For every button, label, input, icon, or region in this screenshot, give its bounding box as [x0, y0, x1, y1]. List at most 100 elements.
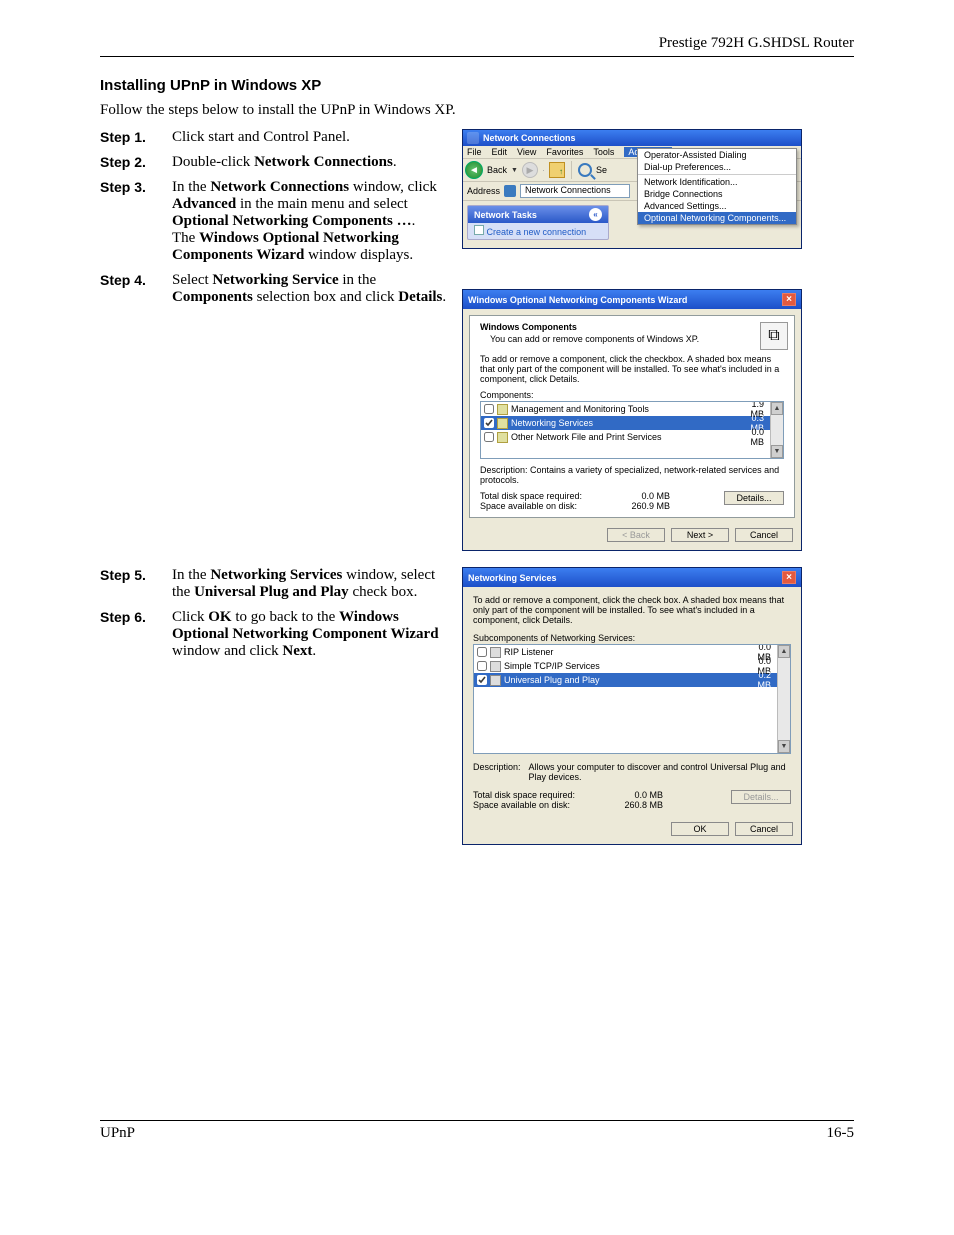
step-6-text: Click OK to go back to the Windows Optio…: [172, 609, 450, 660]
step-3-text: In the Network Connections window, click…: [172, 179, 450, 264]
ns-subcomponents-list[interactable]: RIP Listener 0.0 MB Simple TCP/IP Servic…: [473, 644, 791, 754]
footer-left: UPnP: [100, 1125, 135, 1142]
list-item[interactable]: Simple TCP/IP Services 0.0 MB: [474, 659, 790, 673]
screenshot-networking-services: Networking Services × To add or remove a…: [462, 567, 802, 845]
checkbox-upnp[interactable]: [477, 675, 487, 685]
checkbox-netsvc[interactable]: [484, 418, 494, 428]
scroll-up-icon[interactable]: ▲: [778, 645, 790, 658]
step-4-label: Step 4.: [100, 272, 172, 288]
toolbar-sep: ·: [542, 165, 545, 175]
checkbox-tcpip[interactable]: [477, 661, 487, 671]
sidepane-collapse-icon[interactable]: «: [589, 208, 602, 221]
checkbox-other[interactable]: [484, 432, 494, 442]
dd-bridge[interactable]: Bridge Connections: [638, 188, 796, 200]
step-5-text: In the Networking Services window, selec…: [172, 567, 450, 601]
scroll-up-icon[interactable]: ▲: [771, 402, 783, 415]
nc-sidepane: Network Tasks « Create a new connection: [467, 205, 609, 240]
ns-disk-avail-label: Space available on disk:: [473, 800, 603, 810]
address-icon: [504, 185, 516, 197]
new-connection-icon[interactable]: [474, 225, 484, 235]
nc-window-icon: [467, 132, 479, 144]
advanced-dropdown[interactable]: Operator-Assisted Dialing Dial-up Prefer…: [637, 148, 797, 225]
forward-button-icon[interactable]: ▶: [522, 162, 538, 178]
step-3-label: Step 3.: [100, 179, 172, 195]
list-item[interactable]: Other Network File and Print Services 0.…: [481, 430, 783, 444]
toolbar-divider: [571, 161, 572, 179]
ns-close-icon[interactable]: ×: [782, 571, 796, 584]
wizard-components-list[interactable]: Management and Monitoring Tools 1.9 MB N…: [480, 401, 784, 459]
ns-title: Networking Services: [468, 573, 557, 583]
cancel-button[interactable]: Cancel: [735, 528, 793, 542]
ok-button[interactable]: OK: [671, 822, 729, 836]
scroll-down-icon[interactable]: ▼: [778, 740, 790, 753]
step-2-text: Double-click Network Connections.: [172, 154, 450, 171]
step-5-label: Step 5.: [100, 567, 172, 583]
dd-network-id[interactable]: Network Identification...: [638, 176, 796, 188]
item-name: Networking Services: [511, 418, 737, 428]
step-4-text: Select Networking Service in the Compone…: [172, 272, 450, 306]
menu-tools[interactable]: Tools: [593, 147, 614, 157]
item-name: Other Network File and Print Services: [511, 432, 737, 442]
disk-req-label: Total disk space required:: [480, 491, 610, 501]
ns-disk-avail-value: 260.8 MB: [603, 800, 663, 810]
header-rule: [100, 56, 854, 57]
component-icon: [490, 675, 501, 686]
ns-desc-label: Description:: [473, 762, 521, 782]
section-title: Installing UPnP in Windows XP: [100, 77, 854, 94]
footer-right: 16-5: [827, 1125, 855, 1142]
step-1-text: Click start and Control Panel.: [172, 129, 450, 146]
step-2-label: Step 2.: [100, 154, 172, 170]
up-folder-icon[interactable]: ↑: [549, 162, 565, 178]
dd-adv-settings[interactable]: Advanced Settings...: [638, 200, 796, 212]
nc-title: Network Connections: [483, 133, 576, 143]
disk-avail-value: 260.9 MB: [610, 501, 670, 511]
scroll-down-icon[interactable]: ▼: [771, 445, 783, 458]
wizard-close-icon[interactable]: ×: [782, 293, 796, 306]
menu-favorites[interactable]: Favorites: [546, 147, 583, 157]
step-6-label: Step 6.: [100, 609, 172, 625]
list-item[interactable]: Networking Services 0.3 MB: [481, 416, 783, 430]
search-icon[interactable]: [578, 163, 592, 177]
cancel-button[interactable]: Cancel: [735, 822, 793, 836]
folder-icon: [497, 418, 508, 429]
ns-desc-text: Allows your computer to discover and con…: [529, 762, 791, 782]
back-button-icon[interactable]: ◄: [465, 161, 483, 179]
item-name: RIP Listener: [504, 647, 744, 657]
item-name: Management and Monitoring Tools: [511, 404, 737, 414]
sidepane-item-create[interactable]: Create a new connection: [487, 227, 587, 237]
wizard-panel-head: Windows Components: [480, 322, 784, 332]
search-text-trunc: Se: [596, 165, 607, 175]
address-value[interactable]: Network Connections: [520, 184, 630, 198]
address-label: Address: [467, 186, 500, 196]
step-1-label: Step 1.: [100, 129, 172, 145]
checkbox-rip[interactable]: [477, 647, 487, 657]
component-icon: [490, 661, 501, 672]
item-name: Simple TCP/IP Services: [504, 661, 744, 671]
footer-rule: [100, 1120, 854, 1121]
checkbox-mgmt[interactable]: [484, 404, 494, 414]
list-item[interactable]: Management and Monitoring Tools 1.9 MB: [481, 402, 783, 416]
scrollbar[interactable]: ▲ ▼: [770, 402, 783, 458]
list-item[interactable]: Universal Plug and Play 0.2 MB: [474, 673, 790, 687]
list-item[interactable]: RIP Listener 0.0 MB: [474, 645, 790, 659]
dd-optional-net[interactable]: Optional Networking Components...: [638, 212, 796, 224]
component-icon: [490, 647, 501, 658]
item-name: Universal Plug and Play: [504, 675, 744, 685]
menu-file[interactable]: File: [467, 147, 482, 157]
dd-dialup-prefs[interactable]: Dial-up Preferences...: [638, 161, 796, 173]
ns-details-button: Details...: [731, 790, 791, 804]
menu-edit[interactable]: Edit: [492, 147, 508, 157]
next-button[interactable]: Next >: [671, 528, 729, 542]
header-doc-title: Prestige 792H G.SHDSL Router: [100, 35, 854, 52]
dd-operator-assisted[interactable]: Operator-Assisted Dialing: [638, 149, 796, 161]
wizard-description: Description: Contains a variety of speci…: [480, 465, 784, 485]
ns-disk-req-label: Total disk space required:: [473, 790, 603, 800]
back-dropdown-icon[interactable]: ▼: [511, 167, 518, 174]
ns-panel-note: To add or remove a component, click the …: [473, 595, 791, 625]
scrollbar[interactable]: ▲ ▼: [777, 645, 790, 753]
sidepane-title: Network Tasks: [474, 210, 537, 220]
ns-list-label: Subcomponents of Networking Services:: [473, 633, 791, 643]
menu-view[interactable]: View: [517, 147, 536, 157]
back-label[interactable]: Back: [487, 165, 507, 175]
details-button[interactable]: Details...: [724, 491, 784, 505]
